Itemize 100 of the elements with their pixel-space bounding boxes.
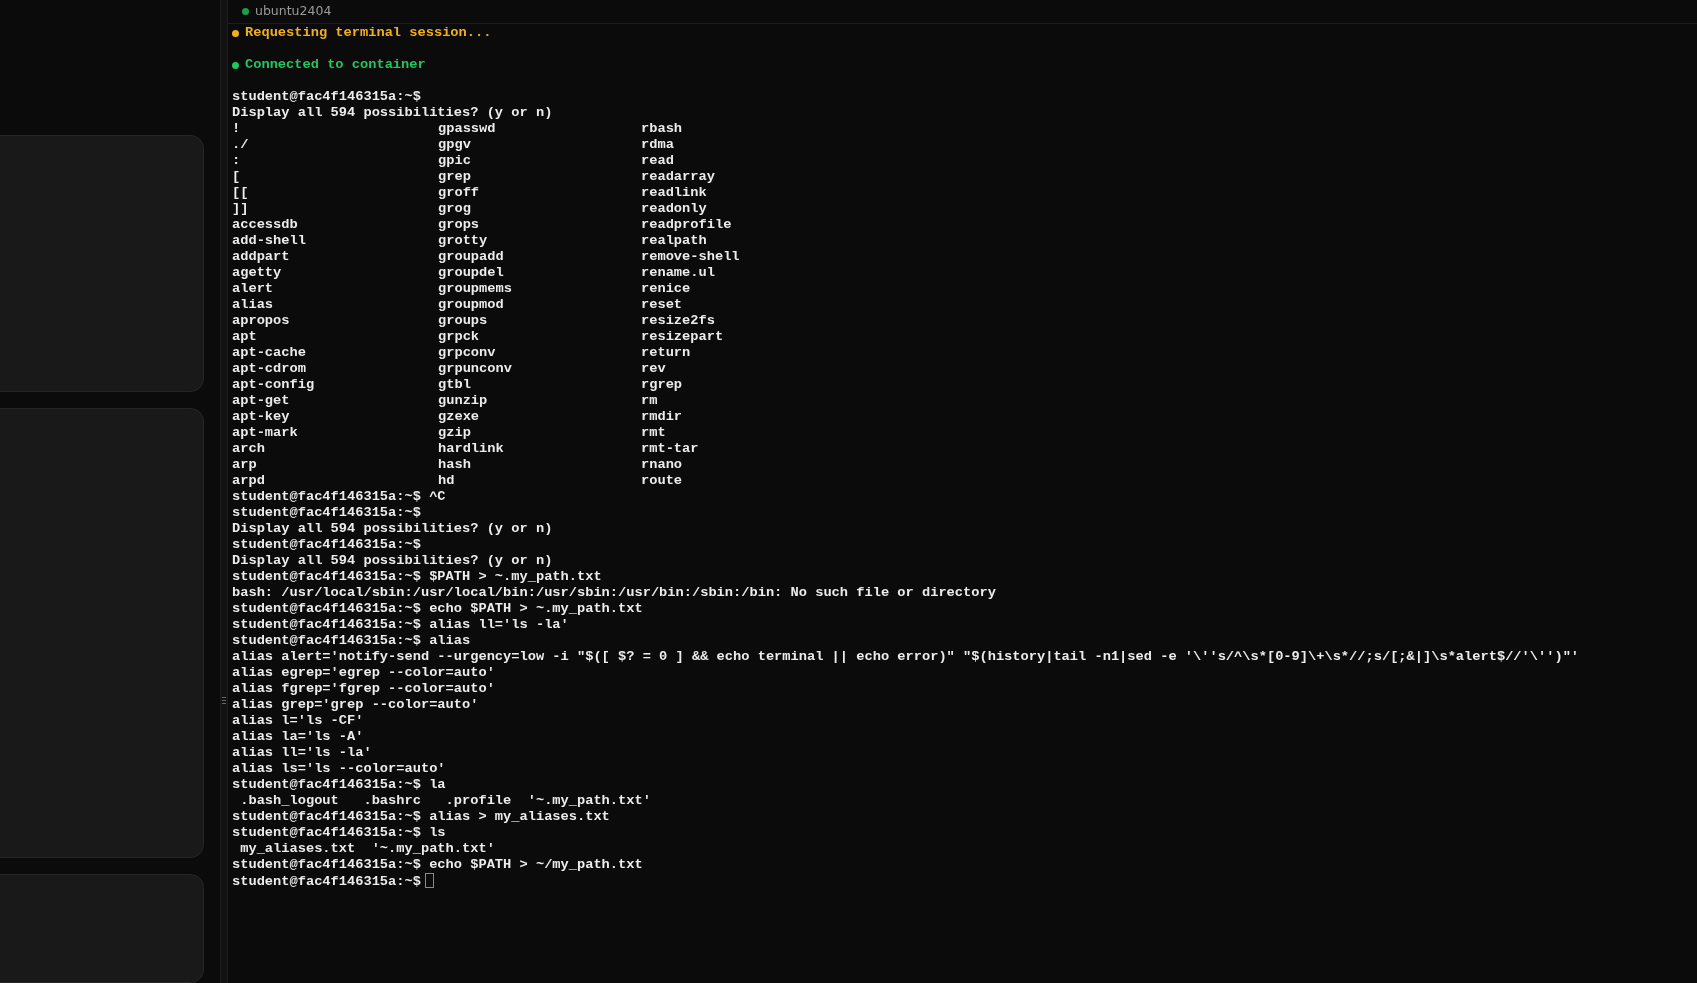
terminal-line: student@fac4f146315a:~$ bbox=[232, 89, 421, 104]
completion-item: hd bbox=[438, 473, 456, 489]
completion-item: apt bbox=[232, 329, 258, 345]
terminal-line: Display all 594 possibilities? (y or n) bbox=[232, 553, 553, 568]
terminal-line: alias la='ls -A' bbox=[232, 729, 364, 744]
completion-item: rmdir bbox=[641, 409, 684, 425]
completion-item: rmt-tar bbox=[641, 441, 700, 457]
completion-item: grog bbox=[438, 201, 472, 217]
completion-item: grpck bbox=[438, 329, 481, 345]
terminal-tab[interactable]: ubuntu2404 bbox=[255, 2, 332, 21]
terminal-line: Display all 594 possibilities? (y or n) bbox=[232, 521, 553, 536]
completion-item: readonly bbox=[641, 201, 708, 217]
terminal-line: student@fac4f146315a:~$ alias bbox=[232, 633, 471, 648]
status-message: Connected to container bbox=[245, 57, 426, 73]
terminal-line: student@fac4f146315a:~$ echo $PATH > ~/my_path.txt bbox=[232, 857, 643, 872]
completion-item: return bbox=[641, 345, 692, 361]
completion-item: realpath bbox=[641, 233, 708, 249]
completion-item: [[ bbox=[232, 185, 250, 201]
terminal-line: alias egrep='egrep --color=auto' bbox=[232, 665, 495, 680]
terminal-line: student@fac4f146315a:~$ ls bbox=[232, 825, 446, 840]
terminal-line: alias l='ls -CF' bbox=[232, 713, 364, 728]
completion-item: arpd bbox=[232, 473, 266, 489]
completion-item: gpgv bbox=[438, 137, 472, 153]
completion-item: apt-cache bbox=[232, 345, 307, 361]
completion-item: gzexe bbox=[438, 409, 481, 425]
completion-item: rev bbox=[641, 361, 667, 377]
completion-item: gunzip bbox=[438, 393, 489, 409]
completion-item: apt-cdrom bbox=[232, 361, 307, 377]
completion-item: readarray bbox=[641, 169, 716, 185]
completion-item: alert bbox=[232, 281, 275, 297]
terminal-line: student@fac4f146315a:~$ alias > my_aliases.txt bbox=[232, 809, 610, 824]
terminal-line: alias ll='ls -la' bbox=[232, 745, 372, 760]
completion-item: rgrep bbox=[641, 377, 684, 393]
terminal-line: student@fac4f146315a:~$ la bbox=[232, 777, 446, 792]
completion-item: renice bbox=[641, 281, 692, 297]
completion-item: arch bbox=[232, 441, 266, 457]
completion-item: read bbox=[641, 153, 675, 169]
terminal-line: Display all 594 possibilities? (y or n) bbox=[232, 105, 553, 120]
completion-item: resizepart bbox=[641, 329, 725, 345]
terminal-line: bash: /usr/local/sbin:/usr/local/bin:/usr/sbin:/usr/bin:/sbin:/bin: No such file or directory bbox=[232, 585, 996, 600]
completion-item: rbash bbox=[641, 121, 684, 137]
completion-item: rmt bbox=[641, 425, 667, 441]
completion-item: gpic bbox=[438, 153, 472, 169]
completion-item: groupdel bbox=[438, 265, 505, 281]
completion-item: hardlink bbox=[438, 441, 505, 457]
completion-item: rename.ul bbox=[641, 265, 716, 281]
terminal-line: alias alert='notify-send --urgency=low -i "$([ $? = 0 ] && echo terminal || echo error)" "$(history|tail -n1|sed -e '\''s/^\s*[0-9]\+\s*//;s/[;&|]\s*alert$//'\'')"' bbox=[232, 649, 1580, 664]
completion-item: resize2fs bbox=[641, 313, 716, 329]
completion-item: agetty bbox=[232, 265, 283, 281]
terminal-line: student@fac4f146315a:~$ bbox=[232, 505, 421, 520]
terminal-line: alias fgrep='fgrep --color=auto' bbox=[232, 681, 495, 696]
status-dot bbox=[232, 61, 239, 69]
status-dot bbox=[232, 29, 239, 37]
completion-item: remove-shell bbox=[641, 249, 741, 265]
resize-handle-icon[interactable] bbox=[222, 697, 226, 704]
terminal-line: student@fac4f146315a:~$ alias ll='ls -la' bbox=[232, 617, 569, 632]
completion-item: grep bbox=[438, 169, 472, 185]
completion-item: readprofile bbox=[641, 217, 733, 233]
completion-item: ! bbox=[232, 121, 242, 137]
terminal-line: student@fac4f146315a:~$ bbox=[232, 874, 421, 889]
completion-item: gzip bbox=[438, 425, 472, 441]
completion-item: apt-get bbox=[232, 393, 291, 409]
terminal-line: student@fac4f146315a:~$ bbox=[232, 537, 421, 552]
completion-item: : bbox=[232, 153, 242, 169]
completion-item: gpasswd bbox=[438, 121, 497, 137]
terminal-line: student@fac4f146315a:~$ echo $PATH > ~.my_path.txt bbox=[232, 601, 643, 616]
completion-item: [ bbox=[232, 169, 242, 185]
completion-item: alias bbox=[232, 297, 275, 313]
completion-item: grpconv bbox=[438, 345, 497, 361]
completion-item: groupadd bbox=[438, 249, 505, 265]
completion-item: grotty bbox=[438, 233, 489, 249]
status-message: Requesting terminal session... bbox=[245, 25, 492, 41]
completion-item: hash bbox=[438, 457, 472, 473]
terminal-line: student@fac4f146315a:~$ ^C bbox=[232, 489, 446, 504]
completion-item: readlink bbox=[641, 185, 708, 201]
completion-item: groupmems bbox=[438, 281, 513, 297]
completion-item: gtbl bbox=[438, 377, 472, 393]
completion-item: groupmod bbox=[438, 297, 505, 313]
terminal-line: .bash_logout .bashrc .profile '~.my_path.txt' bbox=[239, 793, 651, 808]
completion-item: reset bbox=[641, 297, 684, 313]
completion-item: grops bbox=[438, 217, 481, 233]
completion-item: route bbox=[641, 473, 684, 489]
completion-item: apt-mark bbox=[232, 425, 299, 441]
completion-item: apt-key bbox=[232, 409, 291, 425]
completion-item: addpart bbox=[232, 249, 291, 265]
completion-item: arp bbox=[232, 457, 258, 473]
completion-item: rm bbox=[641, 393, 659, 409]
completion-item: groff bbox=[438, 185, 481, 201]
completion-item: rdma bbox=[641, 137, 675, 153]
completion-item: grpunconv bbox=[438, 361, 513, 377]
terminal-line: student@fac4f146315a:~$ $PATH > ~.my_path.txt bbox=[232, 569, 602, 584]
completion-item: apt-config bbox=[232, 377, 316, 393]
terminal-line: my_aliases.txt '~.my_path.txt' bbox=[239, 841, 495, 856]
completion-item: groups bbox=[438, 313, 489, 329]
completion-item: rnano bbox=[641, 457, 684, 473]
completion-item: add-shell bbox=[232, 233, 307, 249]
completion-item: ]] bbox=[232, 201, 250, 217]
terminal-line: alias grep='grep --color=auto' bbox=[232, 697, 479, 712]
completion-item: ./ bbox=[232, 137, 250, 153]
terminal-line: alias ls='ls --color=auto' bbox=[232, 761, 446, 776]
